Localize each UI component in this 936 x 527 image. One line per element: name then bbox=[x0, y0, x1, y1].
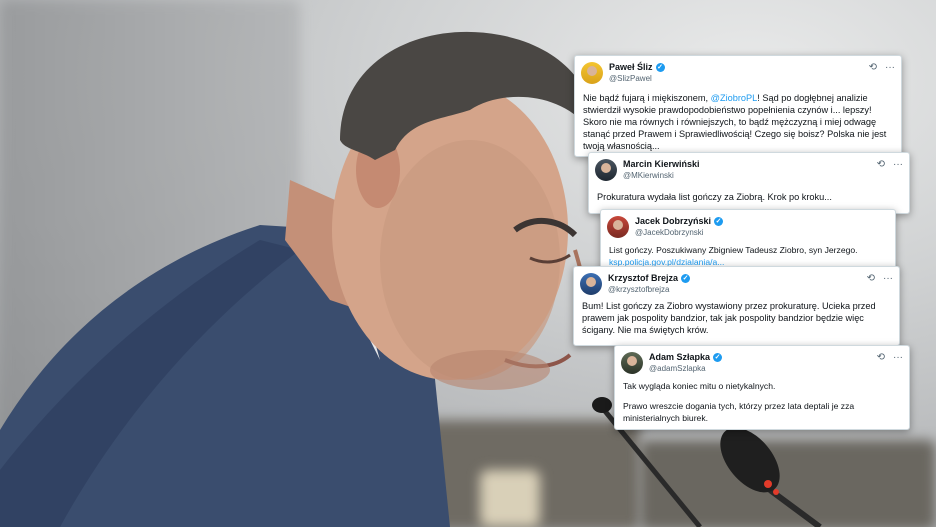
more-options-icon[interactable]: ··· bbox=[893, 159, 903, 170]
tweet-card-4[interactable]: Krzysztof Brejza ✓ @krzysztofbrejza ⟲ ··… bbox=[573, 266, 900, 346]
author-name[interactable]: Marcin Kierwiński bbox=[623, 159, 700, 169]
avatar[interactable] bbox=[580, 273, 602, 295]
author-name-row[interactable]: Jacek Dobrzyński ✓ bbox=[635, 216, 724, 226]
avatar[interactable] bbox=[621, 352, 643, 374]
more-options-icon[interactable]: ··· bbox=[883, 273, 893, 284]
tweet-actions: ⟲ ··· bbox=[877, 352, 903, 363]
tweet-header: Krzysztof Brejza ✓ @krzysztofbrejza ⟲ ··… bbox=[580, 273, 893, 299]
author-handle[interactable]: @MKierwinski bbox=[623, 171, 674, 180]
microphone-right bbox=[720, 430, 822, 527]
grok-icon[interactable]: ⟲ bbox=[867, 273, 875, 284]
avatar[interactable] bbox=[607, 216, 629, 238]
verified-icon: ✓ bbox=[681, 273, 691, 283]
author-name-row[interactable]: Adam Szłapka ✓ bbox=[649, 352, 723, 362]
author-handle[interactable]: @SlizPawel bbox=[609, 74, 652, 83]
tweet-header: Paweł Śliz ✓ @SlizPawel ⟲ ··· bbox=[581, 62, 895, 88]
author-name-row[interactable]: Krzysztof Brejza ✓ bbox=[608, 273, 691, 283]
avatar[interactable] bbox=[595, 159, 617, 181]
tweet-card-2[interactable]: Marcin Kierwiński @MKierwinski ⟲ ··· Pro… bbox=[588, 152, 910, 214]
tweet-card-3[interactable]: Jacek Dobrzyński ✓ @JacekDobrzynski List… bbox=[600, 209, 896, 273]
avatar[interactable] bbox=[581, 62, 603, 84]
tweet-actions: ⟲ ··· bbox=[867, 273, 893, 284]
more-options-icon[interactable]: ··· bbox=[885, 62, 895, 73]
author-name[interactable]: Jacek Dobrzyński bbox=[635, 216, 711, 226]
author-name-row[interactable]: Paweł Śliz ✓ bbox=[609, 62, 665, 72]
more-options-icon[interactable]: ··· bbox=[893, 352, 903, 363]
tweet-text-line: List gończy. Poszukiwany Zbigniew Tadeus… bbox=[609, 245, 858, 255]
verified-icon: ✓ bbox=[713, 352, 723, 362]
author-name[interactable]: Adam Szłapka bbox=[649, 352, 710, 362]
tweet-actions: ⟲ ··· bbox=[877, 159, 903, 170]
verified-icon: ✓ bbox=[655, 62, 665, 72]
tweet-text-part: Nie bądź fujarą i miękiszonem, bbox=[583, 93, 711, 103]
tweet-card-1[interactable]: Paweł Śliz ✓ @SlizPawel ⟲ ··· Nie bądź f… bbox=[574, 55, 902, 157]
author-name-row[interactable]: Marcin Kierwiński bbox=[623, 159, 700, 169]
tweet-header: Jacek Dobrzyński ✓ @JacekDobrzynski bbox=[607, 216, 889, 242]
tweet-text: Nie bądź fujarą i miękiszonem, @ZiobroPL… bbox=[583, 92, 893, 152]
tweet-text: Tak wygląda koniec mitu o nietykalnych. … bbox=[623, 380, 901, 424]
tweet-header: Adam Szłapka ✓ @adamSzlapka ⟲ ··· bbox=[621, 352, 903, 378]
author-name[interactable]: Paweł Śliz bbox=[609, 62, 653, 72]
author-handle[interactable]: @krzysztofbrejza bbox=[608, 285, 669, 294]
grok-icon[interactable]: ⟲ bbox=[877, 352, 885, 363]
grok-icon[interactable]: ⟲ bbox=[869, 62, 877, 73]
author-handle[interactable]: @adamSzlapka bbox=[649, 364, 706, 373]
tweet-text: Prokuratura wydała list gończy za Ziobrą… bbox=[597, 192, 832, 202]
mention-link[interactable]: @ZiobroPL bbox=[711, 93, 758, 103]
tweet-header: Marcin Kierwiński @MKierwinski ⟲ ··· bbox=[595, 159, 903, 185]
tweet-actions: ⟲ ··· bbox=[869, 62, 895, 73]
tweet-text: List gończy. Poszukiwany Zbigniew Tadeus… bbox=[609, 244, 887, 268]
author-handle[interactable]: @JacekDobrzynski bbox=[635, 228, 704, 237]
grok-icon[interactable]: ⟲ bbox=[877, 159, 885, 170]
verified-icon: ✓ bbox=[714, 216, 724, 226]
tweet-text-line: Tak wygląda koniec mitu o nietykalnych. bbox=[623, 381, 776, 391]
tweet-text-line: Prawo wreszcie dogania tych, którzy prze… bbox=[623, 401, 855, 423]
person-photo bbox=[0, 31, 593, 527]
author-name[interactable]: Krzysztof Brejza bbox=[608, 273, 678, 283]
tweet-card-5[interactable]: Adam Szłapka ✓ @adamSzlapka ⟲ ··· Tak wy… bbox=[614, 345, 910, 430]
tweet-text: Bum! List gończy za Ziobro wystawiony pr… bbox=[582, 301, 876, 335]
